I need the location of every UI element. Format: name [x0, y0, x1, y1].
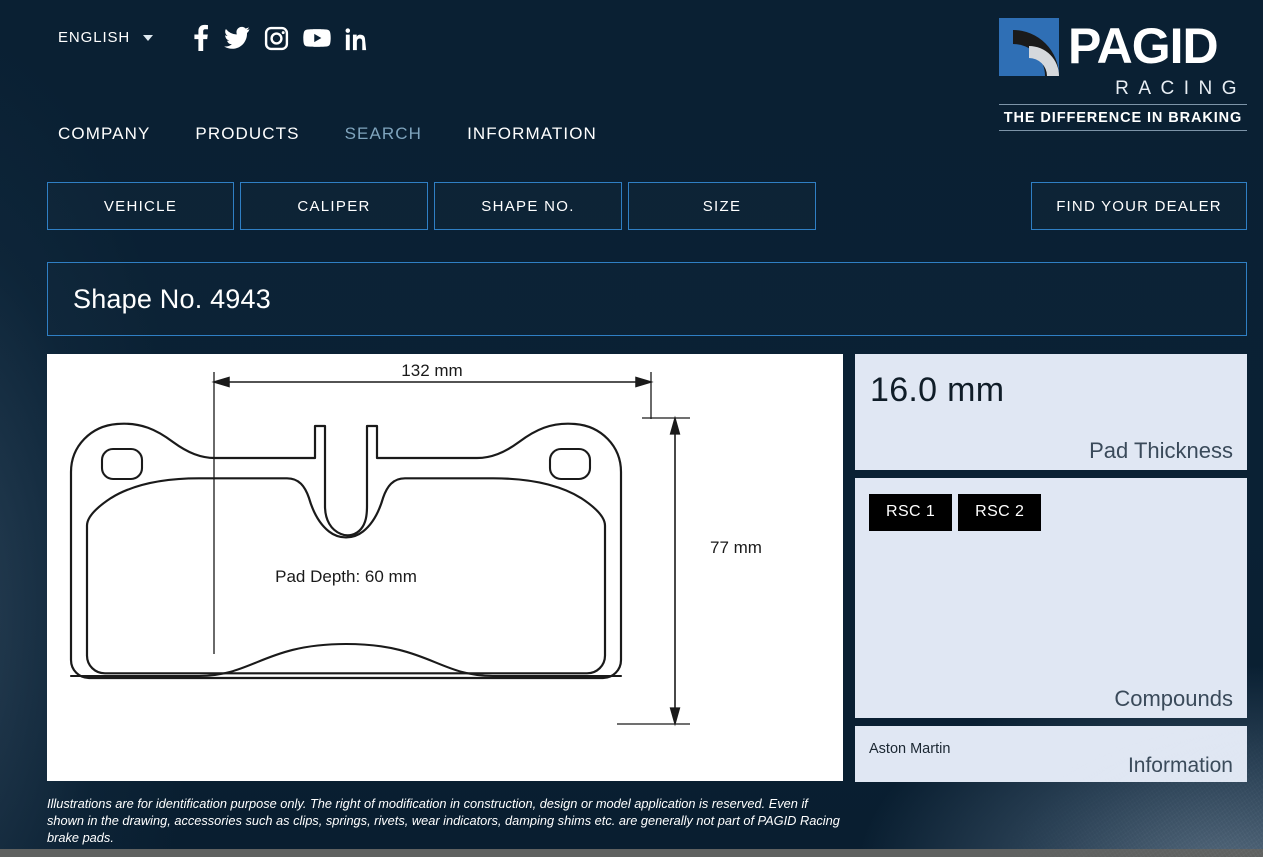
- compound-badge-rsc2[interactable]: RSC 2: [958, 494, 1042, 531]
- nav-item-information[interactable]: INFORMATION: [467, 124, 597, 144]
- youtube-icon[interactable]: [303, 28, 331, 48]
- find-your-dealer-button[interactable]: FIND YOUR DEALER: [1031, 182, 1247, 230]
- tab-caliper[interactable]: CALIPER: [240, 182, 428, 230]
- tab-size[interactable]: SIZE: [628, 182, 816, 230]
- brand-logo[interactable]: PAGID RACING THE DIFFERENCE IN BRAKING: [999, 18, 1247, 131]
- brake-pad-diagram: 132 mm 77 mm Pad Depth: 60 mm: [47, 354, 843, 781]
- width-dimension-label: 132 mm: [401, 361, 462, 380]
- information-value: Aston Martin: [869, 741, 951, 757]
- top-utility-bar: ENGLISH PAGID RACING THE DIFFERENCE IN B…: [0, 0, 1263, 131]
- linkedin-icon[interactable]: [345, 26, 367, 51]
- logo-tagline: THE DIFFERENCE IN BRAKING: [999, 104, 1247, 131]
- language-label: ENGLISH: [58, 29, 131, 46]
- tab-shape-no[interactable]: SHAPE NO.: [434, 182, 622, 230]
- compound-badge-list: RSC 1 RSC 2: [869, 494, 1042, 531]
- search-tab-group: VEHICLE CALIPER SHAPE NO. SIZE: [47, 182, 816, 230]
- tab-vehicle[interactable]: VEHICLE: [47, 182, 234, 230]
- pad-thickness-card: 16.0 mm Pad Thickness: [855, 354, 1247, 470]
- chevron-down-icon: [143, 34, 154, 41]
- nav-item-company[interactable]: COMPANY: [58, 124, 150, 144]
- compounds-label: Compounds: [1114, 686, 1233, 711]
- compounds-card: RSC 1 RSC 2 Compounds: [855, 478, 1247, 718]
- compound-badge-rsc1[interactable]: RSC 1: [869, 494, 953, 531]
- brake-pad-drawing-panel: 132 mm 77 mm Pad Depth: 60 mm: [47, 354, 843, 781]
- logo-subtitle: RACING: [1115, 78, 1246, 99]
- main-navigation: COMPANY PRODUCTS SEARCH INFORMATION: [58, 124, 642, 144]
- pad-depth-label: Pad Depth: 60 mm: [275, 567, 417, 586]
- pagid-mark-icon: [999, 18, 1059, 76]
- language-selector[interactable]: ENGLISH: [58, 29, 154, 46]
- instagram-icon[interactable]: [264, 26, 289, 51]
- information-card: Aston Martin Information: [855, 726, 1247, 782]
- information-label: Information: [1127, 754, 1233, 777]
- logo-wordmark: PAGID: [1068, 18, 1219, 75]
- bottom-strip: [0, 849, 1263, 857]
- nav-item-products[interactable]: PRODUCTS: [195, 124, 299, 144]
- pad-thickness-label: Pad Thickness: [1089, 438, 1233, 463]
- facebook-icon[interactable]: [190, 24, 210, 52]
- shape-title-bar: Shape No. 4943: [47, 262, 1247, 336]
- height-dimension-label: 77 mm: [710, 538, 762, 557]
- pad-thickness-value: 16.0 mm: [870, 371, 1005, 409]
- twitter-icon[interactable]: [224, 26, 250, 50]
- page-root: ENGLISH PAGID RACING THE DIFFERENCE IN B…: [0, 0, 1263, 857]
- nav-item-search[interactable]: SEARCH: [345, 124, 422, 144]
- logo-top-row: PAGID: [999, 18, 1247, 76]
- page-title: Shape No. 4943: [73, 283, 271, 314]
- disclaimer-text: Illustrations are for identification pur…: [47, 796, 840, 845]
- social-links: [190, 24, 367, 52]
